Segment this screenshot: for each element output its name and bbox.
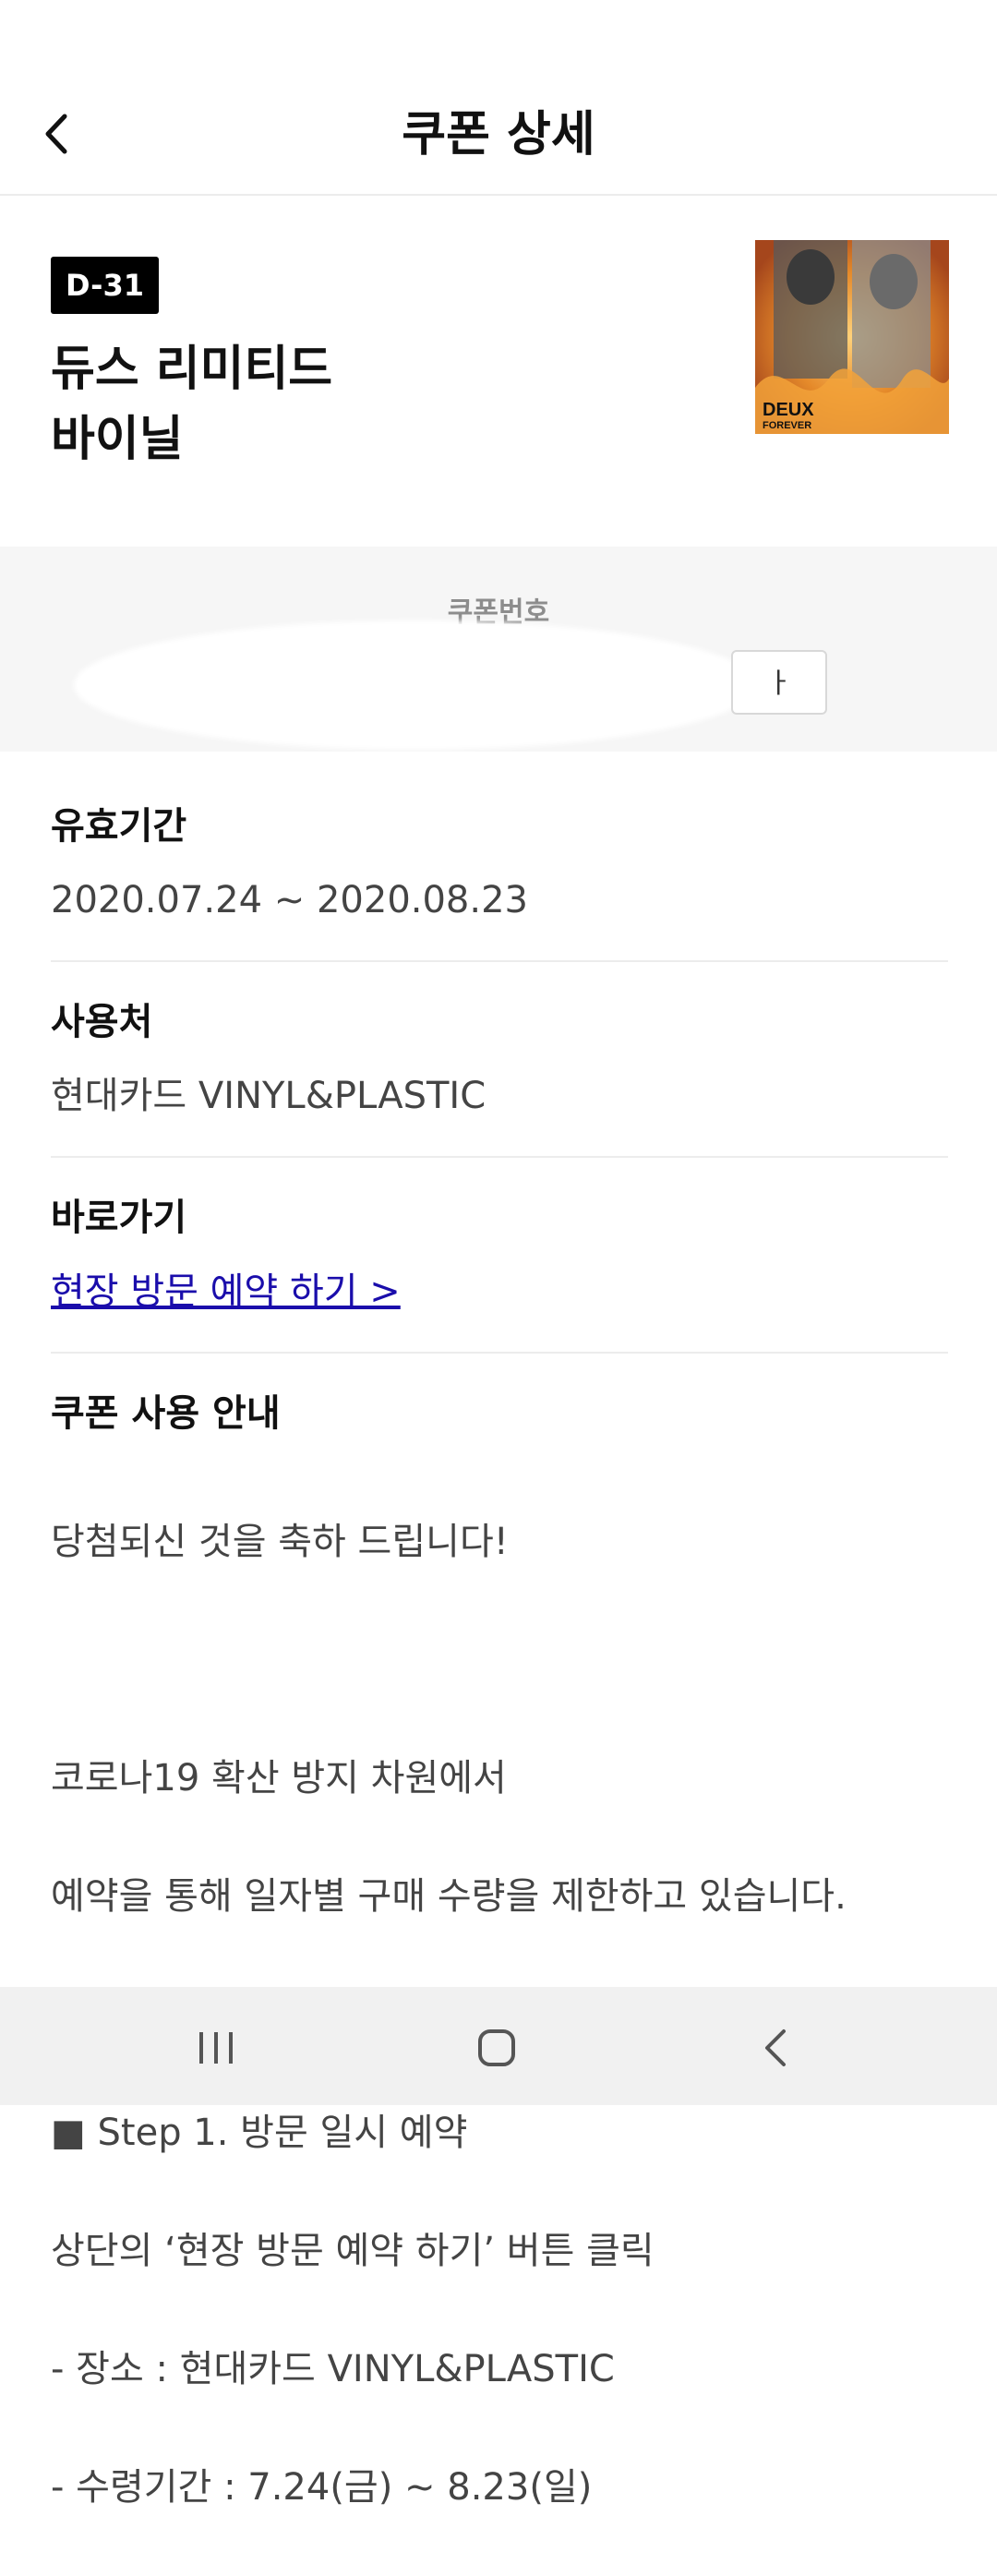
album-title-text: DEUX [763,400,814,420]
status-bar [0,0,997,78]
place-section: 사용처 현대카드 VINYL&PLASTIC [51,997,948,1121]
app-header: 쿠폰 상세 [0,78,997,196]
album-subtitle-text: FOREVER [763,420,811,431]
coupon-name-line2: 바이닐 [51,412,184,467]
guide-line: - 수령기간 : 7.24(금) ~ 8.23(일) [51,2466,593,2509]
guide-line [51,1631,948,1690]
validity-section: 유효기간 2020.07.24 ~ 2020.08.23 [51,801,948,925]
home-button[interactable] [469,2020,524,2076]
guide-line: - 장소 : 현대카드 VINYL&PLASTIC [51,2348,615,2390]
guide-line: 코로나19 확산 방지 차원에서 [51,1757,507,1800]
recent-apps-icon [199,2032,233,2064]
nav-back-button[interactable] [748,2020,803,2076]
home-icon [478,2029,515,2066]
coupon-name-line1: 듀스 리미티드 [51,342,333,397]
system-navigation-bar [0,1987,997,2105]
page-title: 쿠폰 상세 [402,107,595,163]
validity-value: 2020.07.24 ~ 2020.08.23 [51,879,528,921]
shortcut-section: 바로가기 현장 방문 예약 하기 > [51,1193,948,1317]
place-value: 현대카드 VINYL&PLASTIC [51,1075,486,1117]
coupon-summary: D-31 듀스 리미티드 바이닐 DEUX FOREVER [0,196,997,547]
guide-line: ■ Step 1. 방문 일시 예약 [51,2112,468,2154]
redacted-coupon-number [74,620,757,750]
dday-badge: D-31 [51,257,159,314]
recent-apps-button[interactable] [188,2020,244,2076]
divider [51,960,948,962]
guide-title: 쿠폰 사용 안내 [51,1392,281,1435]
guide-line: 당첨되신 것을 축하 드립니다! [51,1521,509,1563]
nav-back-icon [765,2029,786,2066]
validity-title: 유효기간 [51,805,187,848]
guide-line: 예약을 통해 일자별 구매 수량을 제한하고 있습니다. [51,1875,847,1918]
divider [51,1352,948,1354]
guide-section: 쿠폰 사용 안내 당첨되신 것을 축하 드립니다! 코로나19 확산 방지 차원… [51,1389,948,2576]
copy-button[interactable]: ㅏ [731,650,827,715]
album-cover-image: DEUX FOREVER [755,240,949,434]
place-title: 사용처 [51,1001,153,1043]
divider [51,1156,948,1158]
guide-line: 상단의 ‘현장 방문 예약 하기’ 버튼 클릭 [51,2230,655,2272]
shortcut-title: 바로가기 [51,1197,187,1239]
coupon-number-panel: 쿠폰번호 ㅏ [0,547,997,752]
visit-reservation-link[interactable]: 현장 방문 예약 하기 > [51,1270,401,1313]
coupon-name: 듀스 리미티드 바이닐 [51,334,332,475]
